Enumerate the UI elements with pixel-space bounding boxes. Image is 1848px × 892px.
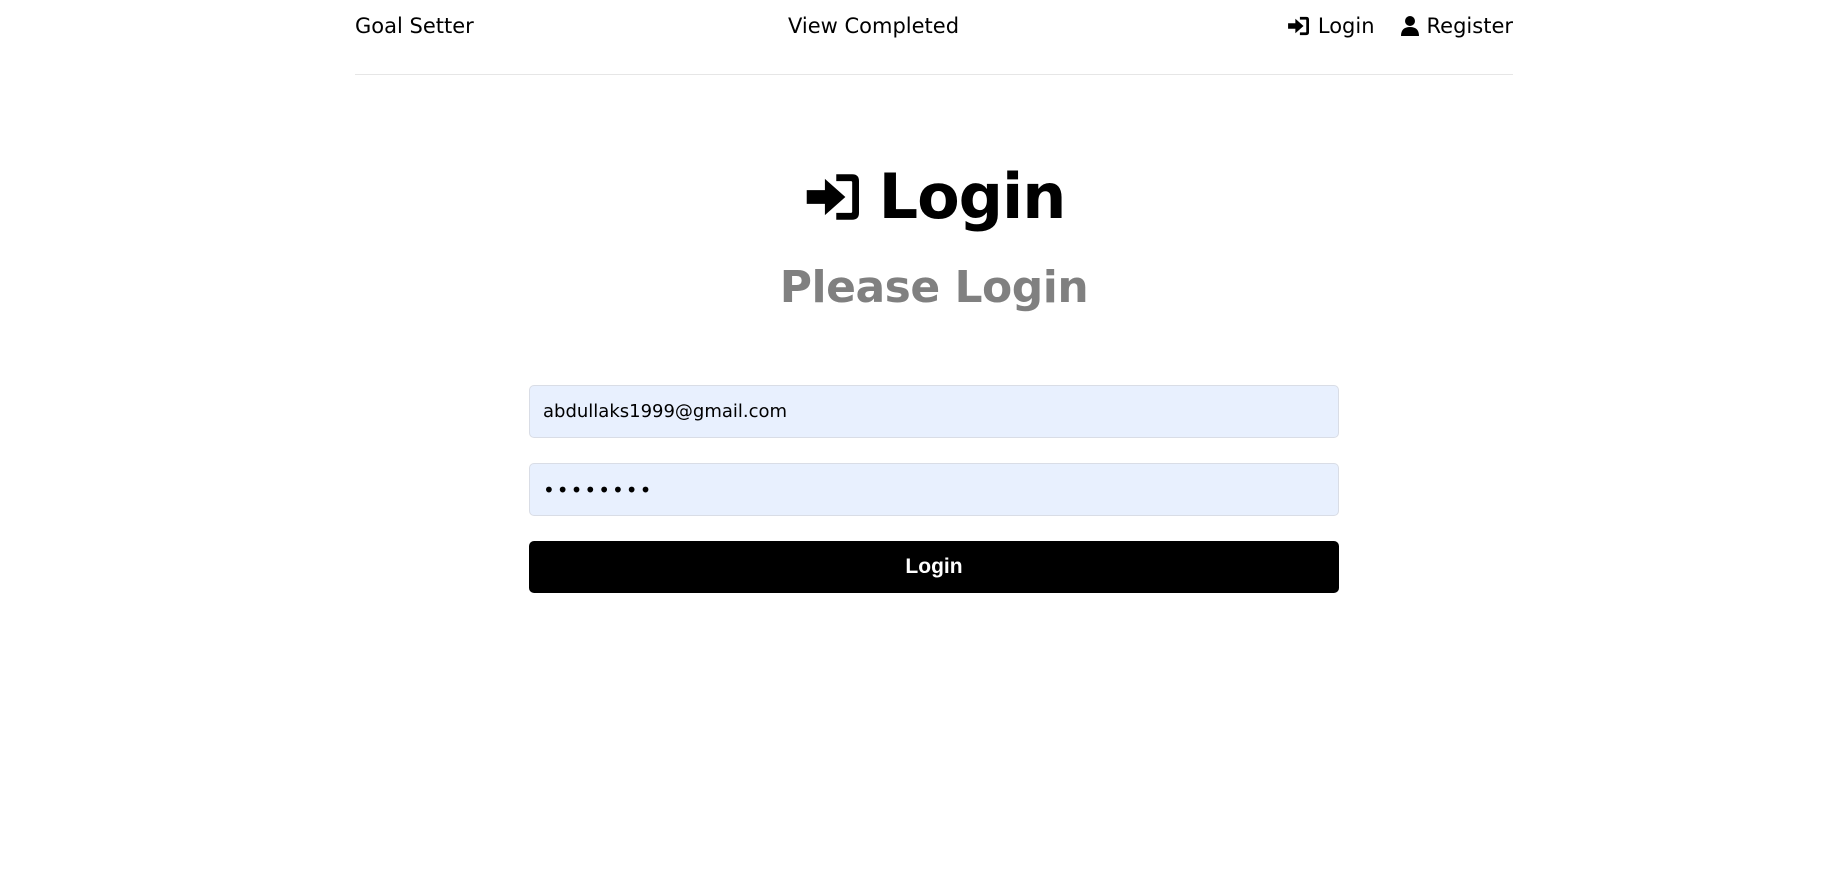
view-completed-link[interactable]: View Completed [788, 14, 959, 38]
nav-register-label: Register [1426, 14, 1513, 38]
page-title: Login [803, 160, 1066, 233]
brand-link[interactable]: Goal Setter [355, 14, 474, 38]
page-subtitle: Please Login [779, 262, 1089, 313]
page-heading: Login [0, 160, 1848, 233]
nav-login-label: Login [1317, 14, 1375, 38]
auth-nav: Login Register [1287, 14, 1513, 38]
sign-in-icon [803, 172, 865, 222]
nav-login-link[interactable]: Login [1287, 14, 1375, 38]
login-submit-button[interactable]: Login [529, 541, 1339, 593]
top-navbar: Goal Setter View Completed Login Registe… [355, 0, 1513, 75]
sign-in-icon [1287, 16, 1310, 36]
page-title-text: Login [878, 160, 1067, 233]
password-input[interactable] [529, 463, 1339, 516]
login-form: Login [529, 385, 1339, 593]
nav-register-link[interactable]: Register [1400, 14, 1513, 38]
email-input[interactable] [529, 385, 1339, 438]
user-icon [1400, 16, 1419, 36]
